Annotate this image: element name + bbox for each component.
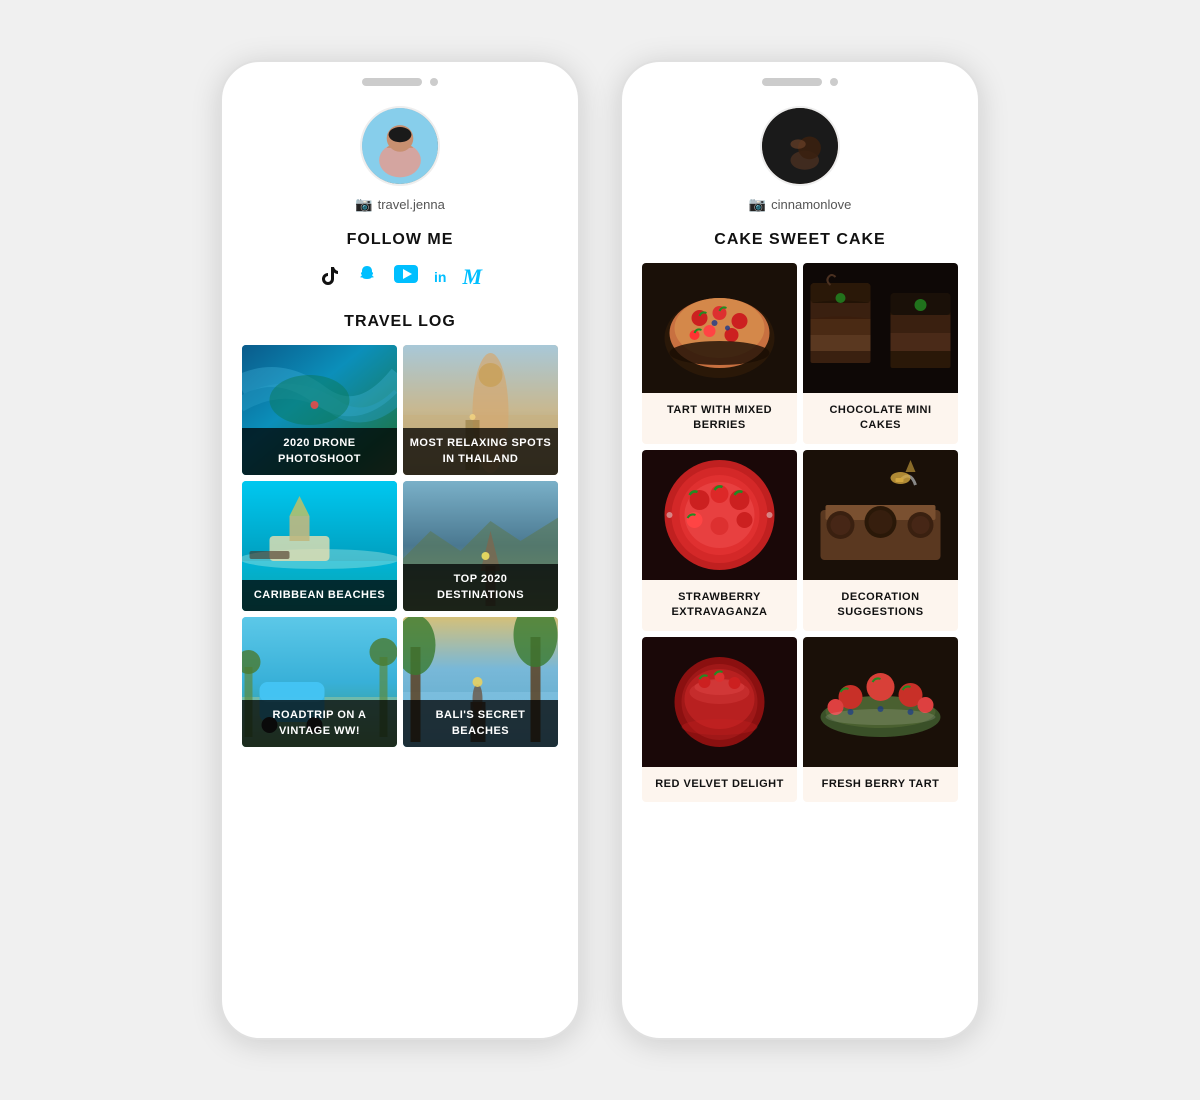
post-destinations[interactable]: TOP 2020 DESTINATIONS <box>403 481 558 611</box>
post-chocmini[interactable]: CHOCOLATE MINI CAKES <box>803 263 958 444</box>
phone-1: 📷 travel.jenna FOLLOW ME <box>220 60 580 1040</box>
destinations-caption: TOP 2020 DESTINATIONS <box>403 564 558 611</box>
avatar-1 <box>360 106 440 186</box>
avatar-container-2 <box>760 106 840 186</box>
post-drone[interactable]: 2020 DRONE PHOTOSHOOT <box>242 345 397 475</box>
instagram-icon-2: 📷 <box>749 196 766 213</box>
username-row-2: 📷 cinnamonlove <box>749 196 852 213</box>
youtube-icon[interactable] <box>394 265 418 289</box>
tart-caption: TART WITH MIXED BERRIES <box>642 393 797 444</box>
phone-notch-2 <box>762 78 822 86</box>
username-row-1: 📷 travel.jenna <box>355 196 445 213</box>
post-strawberry[interactable]: STRAWBERRY EXTRAVAGANZA <box>642 450 797 631</box>
instagram-icon-1: 📷 <box>355 196 372 213</box>
strawberry-caption: STRAWBERRY EXTRAVAGANZA <box>642 580 797 631</box>
username-1: travel.jenna <box>378 197 445 212</box>
decoration-image <box>803 450 958 580</box>
chocmini-image <box>803 263 958 393</box>
roadtrip-caption: ROADTRIP ON A VINTAGE WW! <box>242 700 397 747</box>
cake5-image <box>642 637 797 767</box>
bali-caption: BALI'S SECRET BEACHES <box>403 700 558 747</box>
phone-2-content: 📷 cinnamonlove CAKE SWEET CAKE <box>622 96 978 822</box>
avatar-2 <box>760 106 840 186</box>
cake6-caption: FRESH BERRY TART <box>803 767 958 802</box>
medium-icon[interactable]: M <box>462 264 482 290</box>
cake5-caption: RED VELVET DELIGHT <box>642 767 797 802</box>
strawberry-image <box>642 450 797 580</box>
travel-grid: 2020 DRONE PHOTOSHOOT <box>242 345 558 747</box>
avatar-image-1 <box>362 108 438 184</box>
post-decoration[interactable]: DECORATION SUGGESTIONS <box>803 450 958 631</box>
phone-dot-1 <box>430 78 438 86</box>
tiktok-icon[interactable] <box>318 263 340 291</box>
food-grid: TART WITH MIXED BERRIES <box>642 263 958 802</box>
thailand-caption: MOST RELAXING SPOTS IN THAILAND <box>403 428 558 475</box>
phone-notch-1 <box>362 78 422 86</box>
blog-title: CAKE SWEET CAKE <box>714 231 885 249</box>
travel-log-title: TRAVEL LOG <box>344 313 456 331</box>
phone-dot-2 <box>830 78 838 86</box>
chocmini-caption: CHOCOLATE MINI CAKES <box>803 393 958 444</box>
tart-image <box>642 263 797 393</box>
drone-caption: 2020 DRONE PHOTOSHOOT <box>242 428 397 475</box>
phone-top-bar-2 <box>622 62 978 96</box>
post-cake6[interactable]: FRESH BERRY TART <box>803 637 958 802</box>
avatar-image-2 <box>762 108 838 184</box>
decoration-caption: DECORATION SUGGESTIONS <box>803 580 958 631</box>
phone-1-content: 📷 travel.jenna FOLLOW ME <box>222 96 578 767</box>
post-cake5[interactable]: RED VELVET DELIGHT <box>642 637 797 802</box>
phone-2: 📷 cinnamonlove CAKE SWEET CAKE <box>620 60 980 1040</box>
snapchat-icon[interactable] <box>356 263 378 291</box>
avatar-container-1 <box>360 106 440 186</box>
linkedin-icon[interactable]: in <box>434 269 446 285</box>
cake6-image <box>803 637 958 767</box>
post-roadtrip[interactable]: ROADTRIP ON A VINTAGE WW! <box>242 617 397 747</box>
username-2: cinnamonlove <box>771 197 851 212</box>
follow-title: FOLLOW ME <box>347 231 454 249</box>
post-tart[interactable]: TART WITH MIXED BERRIES <box>642 263 797 444</box>
caribbean-caption: CARIBBEAN BEACHES <box>242 580 397 611</box>
phone-top-bar-1 <box>222 62 578 96</box>
social-icons-row: in M <box>318 263 482 291</box>
post-bali[interactable]: BALI'S SECRET BEACHES <box>403 617 558 747</box>
post-thailand[interactable]: MOST RELAXING SPOTS IN THAILAND <box>403 345 558 475</box>
post-caribbean[interactable]: CARIBBEAN BEACHES <box>242 481 397 611</box>
